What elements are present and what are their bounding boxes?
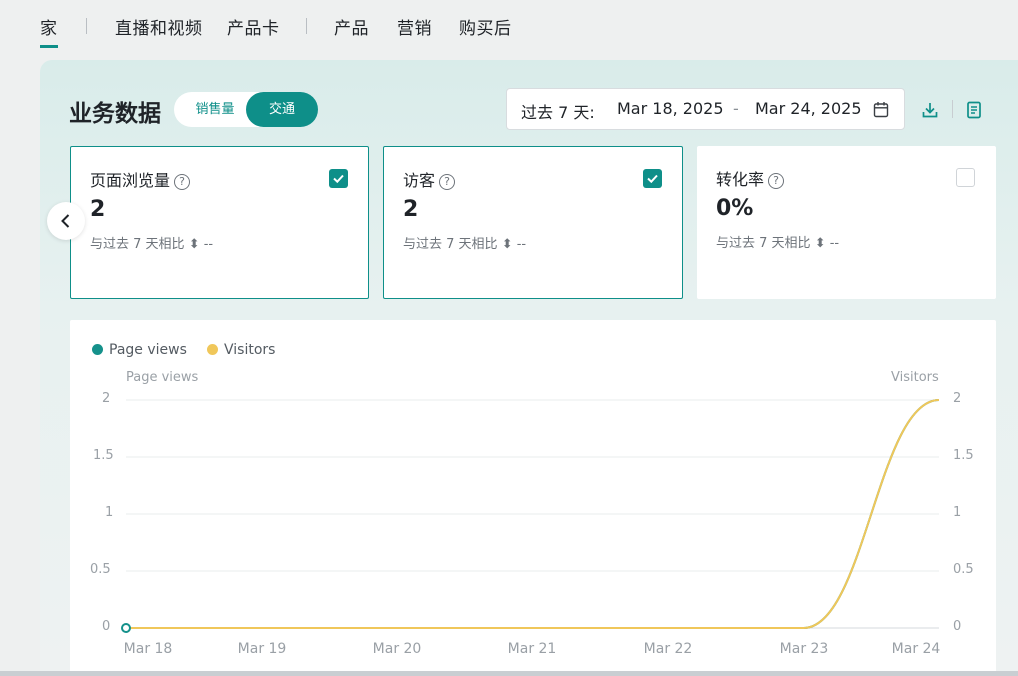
metric-comparison: 与过去 7 天相比 ⬍ -- [403,233,526,252]
traffic-chart-card [70,320,996,676]
nav-divider [306,18,307,34]
nav-item-product-card[interactable]: 产品卡 [227,14,280,39]
y-tick-right: 1.5 [953,448,974,463]
scrollbar-track[interactable] [0,671,1018,676]
x-tick-label: Mar 24 [891,641,941,657]
download-icon[interactable] [920,100,940,120]
metric-card-visitors[interactable]: 访客? 2 与过去 7 天相比 ⬍ -- [383,146,683,299]
x-tick-label: Mar 23 [779,641,829,657]
legend-dot [207,344,218,355]
metric-checkbox[interactable] [643,169,662,188]
y-axis-right-label: Visitors [891,370,939,385]
top-navigation: 家 直播和视频 产品卡 产品 营销 购买后 [0,0,1018,58]
check-icon [647,174,658,184]
y-tick-right: 0.5 [953,562,974,577]
y-tick-right: 0 [953,619,962,634]
calendar-icon[interactable] [873,101,889,122]
comparison-label: 与过去 7 天相比 [716,236,811,251]
metric-title: 访客? [403,167,456,191]
trend-icon: ⬍ [501,237,513,252]
x-tick-label: Mar 21 [507,641,557,657]
metric-value: 2 [90,197,106,222]
metric-type-toggle: 销售量 交通 [174,92,318,127]
nav-item-home[interactable]: 家 [40,14,58,48]
x-tick-label: Mar 19 [237,641,287,657]
metric-title-label: 转化率 [716,170,765,189]
nav-divider [86,18,87,34]
legend-label: Visitors [224,342,276,358]
y-tick-right: 2 [953,391,962,406]
nav-item-live-video[interactable]: 直播和视频 [115,14,203,39]
y-axis-left-label: Page views [126,370,199,385]
help-icon[interactable]: ? [439,174,456,190]
nav-item-products[interactable]: 产品 [334,14,369,39]
metric-comparison: 与过去 7 天相比 ⬍ -- [716,232,839,251]
comparison-delta: -- [203,237,214,252]
check-icon [333,174,344,184]
trend-icon: ⬍ [814,236,826,251]
section-title: 业务数据 [69,101,161,127]
date-range-start[interactable]: Mar 18, 2025 [617,99,724,118]
legend-label: Page views [109,342,187,358]
y-tick-left: 0.5 [90,562,111,577]
comparison-label: 与过去 7 天相比 [403,237,498,252]
y-tick-left: 2 [102,391,111,406]
metric-checkbox[interactable] [329,169,348,188]
metric-title-label: 访客 [403,171,436,190]
x-tick-label: Mar 20 [372,641,422,657]
metric-title: 转化率? [716,166,785,190]
comparison-label: 与过去 7 天相比 [90,237,185,252]
metric-title: 页面浏览量? [90,167,191,191]
date-range-end[interactable]: Mar 24, 2025 [755,99,862,118]
toggle-sales[interactable]: 销售量 [180,92,250,127]
toolbar-divider [952,100,953,118]
y-tick-left: 0 [102,619,111,634]
metric-title-label: 页面浏览量 [90,171,171,190]
chevron-left-icon [61,214,70,228]
report-icon[interactable] [964,100,984,120]
date-range-picker[interactable]: 过去 7 天: Mar 18, 2025 - Mar 24, 2025 [506,88,905,130]
comparison-delta: -- [516,237,527,252]
help-icon[interactable]: ? [174,174,191,190]
toggle-traffic[interactable]: 交通 [246,92,318,127]
metric-checkbox[interactable] [956,168,975,187]
help-icon[interactable]: ? [768,173,785,189]
comparison-delta: -- [829,236,840,251]
legend-item-page-views[interactable]: Page views [92,342,187,358]
legend-item-visitors[interactable]: Visitors [207,342,275,358]
metric-card-page-views[interactable]: 页面浏览量? 2 与过去 7 天相比 ⬍ -- [70,146,369,299]
previous-button[interactable] [47,202,85,240]
x-tick-label: Mar 18 [123,641,173,657]
y-tick-right: 1 [953,505,962,520]
date-range-separator: - [733,99,739,118]
metric-value: 0% [716,196,754,221]
legend-dot [92,344,103,355]
y-tick-left: 1 [105,505,114,520]
date-range-prefix: 过去 7 天: [521,103,595,122]
metric-value: 2 [403,197,419,222]
x-tick-label: Mar 22 [643,641,693,657]
metric-card-conversion-rate[interactable]: 转化率? 0% 与过去 7 天相比 ⬍ -- [697,146,996,299]
metric-comparison: 与过去 7 天相比 ⬍ -- [90,233,213,252]
trend-icon: ⬍ [188,237,200,252]
nav-item-marketing[interactable]: 营销 [397,14,432,39]
y-tick-left: 1.5 [93,448,114,463]
nav-item-after-sales[interactable]: 购买后 [459,14,512,39]
